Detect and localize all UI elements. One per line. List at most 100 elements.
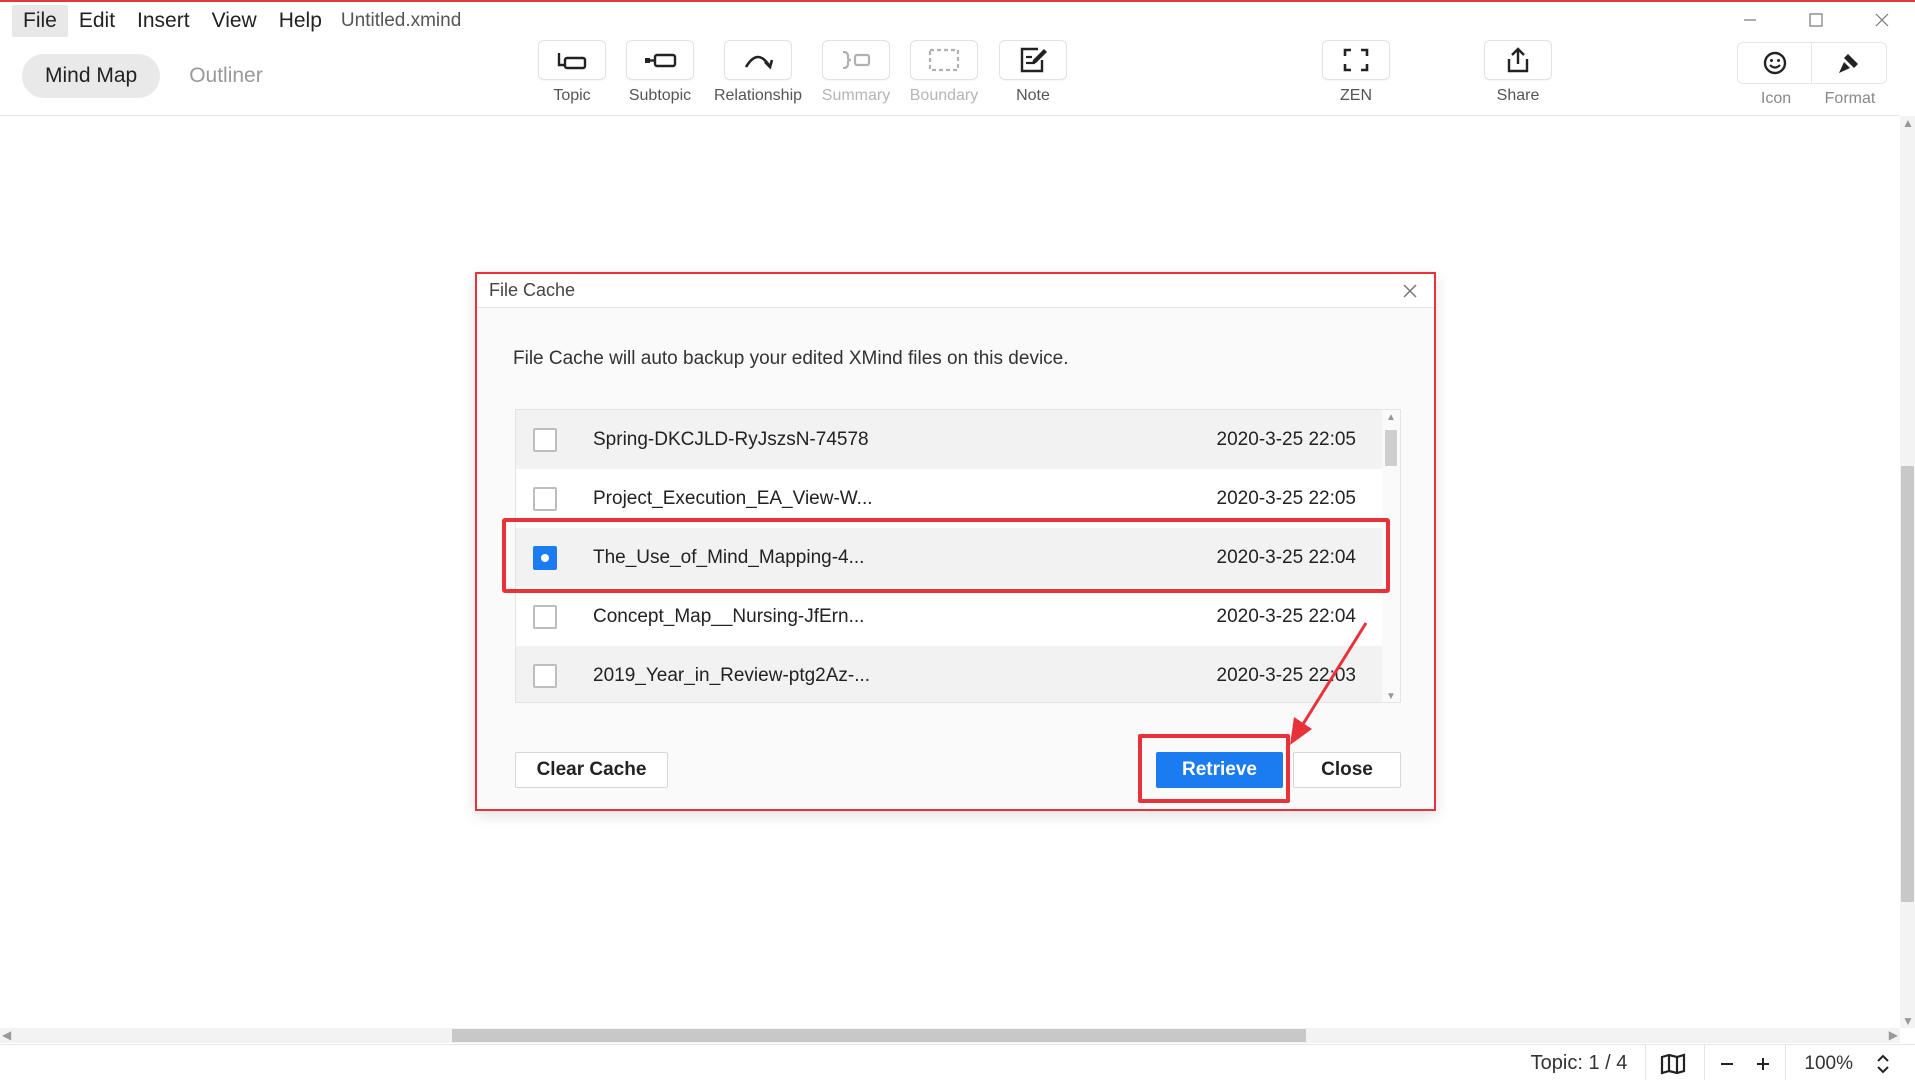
- zoom-in-button[interactable]: [1745, 1045, 1781, 1080]
- plus-icon: [1757, 1057, 1770, 1070]
- dialog-description: File Cache will auto backup your edited …: [513, 348, 1069, 369]
- fullscreen-icon: [1343, 48, 1369, 72]
- zen-label: ZEN: [1340, 87, 1372, 104]
- file-checkbox[interactable]: [533, 663, 557, 688]
- list-scroll-down-icon[interactable]: ▼: [1386, 691, 1396, 702]
- document-title: Untitled.xmind: [340, 10, 462, 31]
- horizontal-scrollbar[interactable]: ◀ ▶: [0, 1028, 1900, 1043]
- note-icon: [1020, 47, 1047, 73]
- dialog-title: File Cache: [489, 280, 576, 300]
- file-list-scrollbar[interactable]: ▲ ▼: [1382, 410, 1400, 702]
- boundary-tool[interactable]: Boundary: [894, 40, 994, 105]
- minimize-icon: [1744, 19, 1756, 21]
- menu-edit[interactable]: Edit: [68, 5, 126, 37]
- note-tool[interactable]: Note: [983, 40, 1083, 105]
- file-name: Concept_Map__Nursing-JfErn...: [593, 605, 865, 627]
- file-date: 2020-3-25 22:03: [1216, 664, 1356, 686]
- subtopic-button[interactable]: [626, 40, 694, 80]
- topic-label: Topic: [553, 87, 591, 104]
- minus-icon: [1721, 1062, 1734, 1065]
- close-button[interactable]: Close: [1293, 752, 1401, 788]
- boundary-button[interactable]: [910, 40, 978, 80]
- zen-button[interactable]: [1322, 40, 1390, 80]
- tab-outliner[interactable]: Outliner: [166, 54, 286, 98]
- window-close-button[interactable]: [1849, 4, 1915, 36]
- status-separator: [1704, 1044, 1706, 1080]
- vertical-scrollbar[interactable]: ▲ ▼: [1900, 116, 1915, 1028]
- format-panel-button[interactable]: [1812, 43, 1886, 83]
- relationship-tool[interactable]: Relationship: [708, 40, 808, 105]
- file-date: 2020-3-25 22:05: [1216, 487, 1356, 509]
- file-list-scroll-thumb[interactable]: [1385, 430, 1397, 466]
- scroll-up-arrow-icon[interactable]: ▲: [1902, 116, 1914, 130]
- clear-cache-button[interactable]: Clear Cache: [515, 752, 668, 788]
- file-checkbox[interactable]: [533, 604, 557, 629]
- menu-bar: File Edit Insert View Help Untitled.xmin…: [0, 4, 461, 38]
- dialog-close-button[interactable]: [1396, 277, 1424, 305]
- note-button[interactable]: [999, 40, 1067, 80]
- file-name: Spring-DKCJLD-RyJszsN-74578: [593, 428, 869, 450]
- scroll-down-arrow-icon[interactable]: ▼: [1902, 1014, 1914, 1028]
- menu-insert[interactable]: Insert: [126, 5, 201, 37]
- file-row[interactable]: Spring-DKCJLD-RyJszsN-74578 2020-3-25 22…: [516, 410, 1384, 469]
- toolbar-divider: [0, 115, 1900, 116]
- smiley-icon: [1763, 51, 1786, 75]
- relationship-button[interactable]: [724, 40, 792, 80]
- right-panel-labels: Icon Format: [1739, 90, 1887, 108]
- icon-panel-button[interactable]: [1738, 43, 1812, 83]
- maximize-button[interactable]: [1783, 4, 1849, 36]
- file-checkbox-checked[interactable]: [533, 545, 557, 570]
- dialog-header: File Cache: [477, 274, 1434, 308]
- status-bar: Topic: 1 / 4 100%: [0, 1044, 1915, 1080]
- file-row-selected[interactable]: The_Use_of_Mind_Mapping-4... 2020-3-25 2…: [516, 528, 1384, 587]
- zoom-level: 100%: [1804, 1052, 1853, 1074]
- share-button[interactable]: [1484, 40, 1552, 80]
- file-date: 2020-3-25 22:04: [1216, 605, 1356, 627]
- scroll-right-arrow-icon[interactable]: ▶: [1889, 1028, 1898, 1042]
- file-checkbox[interactable]: [533, 427, 557, 452]
- list-scroll-up-icon[interactable]: ▲: [1386, 412, 1396, 423]
- file-row[interactable]: 2019_Year_in_Review-ptg2Az-... 2020-3-25…: [516, 646, 1384, 702]
- share-tool[interactable]: Share: [1468, 40, 1568, 105]
- scroll-left-arrow-icon[interactable]: ◀: [2, 1028, 11, 1042]
- subtopic-icon: [645, 53, 677, 68]
- paint-brush-icon: [1839, 54, 1858, 73]
- relationship-icon: [744, 55, 774, 70]
- file-row[interactable]: Concept_Map__Nursing-JfErn... 2020-3-25 …: [516, 587, 1384, 646]
- summary-label: Summary: [821, 87, 891, 104]
- subtopic-label: Subtopic: [628, 87, 692, 104]
- close-icon: [1403, 283, 1417, 298]
- file-date: 2020-3-25 22:05: [1216, 428, 1356, 450]
- minimize-button[interactable]: [1717, 4, 1783, 36]
- summary-button[interactable]: [822, 40, 890, 80]
- menu-view[interactable]: View: [201, 5, 268, 37]
- file-name: The_Use_of_Mind_Mapping-4...: [593, 546, 865, 568]
- retrieve-button[interactable]: Retrieve: [1156, 752, 1283, 788]
- share-icon: [1507, 47, 1529, 73]
- file-row[interactable]: Project_Execution_EA_View-W... 2020-3-25…: [516, 469, 1384, 528]
- summary-icon: [842, 50, 871, 70]
- file-date: 2020-3-25 22:04: [1216, 546, 1356, 568]
- icon-label: Icon: [1760, 90, 1792, 107]
- subtopic-tool[interactable]: Subtopic: [610, 40, 710, 105]
- topic-tool[interactable]: Topic: [522, 40, 622, 105]
- status-separator: [1785, 1044, 1787, 1080]
- menu-file[interactable]: File: [12, 5, 68, 37]
- map-overview-button[interactable]: [1646, 1045, 1700, 1080]
- summary-tool[interactable]: Summary: [806, 40, 906, 105]
- note-label: Note: [1016, 87, 1050, 104]
- zen-tool[interactable]: ZEN: [1306, 40, 1406, 105]
- boundary-label: Boundary: [909, 87, 979, 104]
- zoom-stepper[interactable]: [1865, 1045, 1901, 1080]
- topic-button[interactable]: [538, 40, 606, 80]
- window-controls: [1717, 4, 1915, 36]
- menu-help[interactable]: Help: [268, 5, 333, 37]
- tab-mind-map[interactable]: Mind Map: [22, 54, 161, 98]
- chevron-up-down-icon: [1877, 1054, 1889, 1073]
- file-checkbox[interactable]: [533, 486, 557, 511]
- vertical-scroll-thumb[interactable]: [1901, 466, 1914, 902]
- horizontal-scroll-thumb[interactable]: [452, 1029, 1306, 1042]
- zoom-out-button[interactable]: [1709, 1045, 1745, 1080]
- file-name: 2019_Year_in_Review-ptg2Az-...: [593, 664, 871, 686]
- right-panel-toggles: [1737, 42, 1887, 84]
